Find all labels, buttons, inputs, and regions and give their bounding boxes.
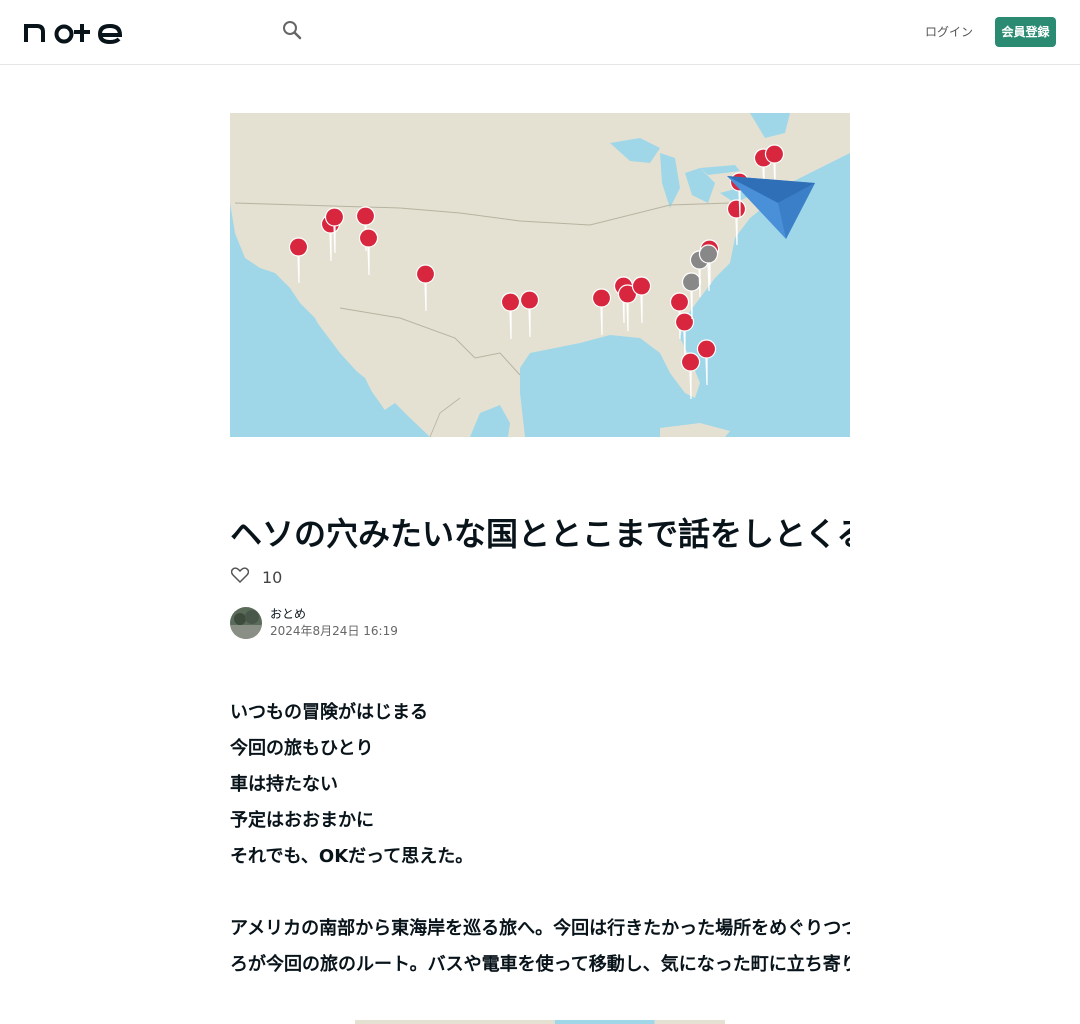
author-name[interactable]: おとめ [270,606,398,622]
post-date: 2024年8月24日 16:19 [270,624,398,638]
login-link[interactable]: ログイン [920,22,978,42]
heart-icon [230,567,250,587]
article-title: ヘソの穴みたいな国ととこまで話をしとくるアメリカ 1 [230,515,850,553]
body-paragraph: 予定はおおまかに [230,810,374,831]
search-button[interactable] [278,18,306,46]
site-header: ログイン 会員登録 [0,0,1080,65]
body-paragraph: いつもの冒険がはじまる [230,702,428,723]
body-paragraph: 今回の旅もひとり [230,738,374,759]
signup-button[interactable]: 会員登録 [995,17,1056,47]
article-image-partial [355,1020,725,1024]
like-row: 10 [230,566,282,588]
article-body: いつもの冒険がはじまる 今回の旅もひとり 車は持たない 予定はおおまかに それで… [230,695,850,983]
body-paragraph-long: アメリカの南部から東海岸を巡る旅へ。今回は行きたかった場所をめぐりつつ、以前に行… [230,918,850,939]
avatar[interactable] [230,607,262,639]
body-paragraph-long: ろが今回の旅のルート。バスや電車を使って移動し、気になった町に立ち寄りながら旅を… [230,954,850,975]
body-paragraph: それでも、OKだって思えた。 [230,846,474,867]
search-icon [282,20,302,44]
body-paragraph: 車は持たない [230,774,338,795]
hero-map-image [230,113,850,437]
author-block: おとめ 2024年8月24日 16:19 [230,607,398,639]
like-button[interactable] [230,567,250,587]
note-logo[interactable] [24,20,124,45]
like-count: 10 [262,567,283,587]
